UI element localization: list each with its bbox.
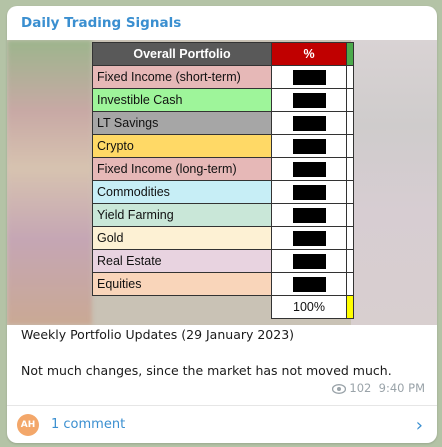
table-row: Fixed Income (long-term) [92, 157, 354, 181]
eye-icon [332, 383, 347, 397]
table-row: Fixed Income (short-term) [92, 65, 354, 89]
redaction-block [292, 69, 326, 85]
table-row: Investible Cash [92, 88, 354, 112]
row-pct-redacted [271, 226, 347, 250]
row-label: LT Savings [92, 111, 272, 135]
table-header-pct: % [271, 42, 347, 66]
total-spacer [93, 296, 272, 319]
row-label: Real Estate [92, 249, 272, 273]
row-extra [346, 65, 354, 89]
row-pct-redacted [271, 203, 347, 227]
comments-bar[interactable]: AH 1 comment › [7, 405, 437, 443]
row-extra [346, 203, 354, 227]
row-pct-redacted [271, 272, 347, 296]
comments-link[interactable]: 1 comment [51, 417, 125, 432]
row-label: Investible Cash [92, 88, 272, 112]
row-label: Equities [92, 272, 272, 296]
row-extra [346, 88, 354, 112]
row-extra [346, 226, 354, 250]
portfolio-table: Overall Portfolio % Fixed Income (short-… [92, 42, 354, 319]
row-label: Crypto [92, 134, 272, 158]
caption-body: Not much changes, since the market has n… [21, 363, 392, 378]
redaction-block [292, 161, 326, 177]
redaction-block [292, 92, 326, 108]
table-row: Commodities [92, 180, 354, 204]
post-image[interactable]: Overall Portfolio % Fixed Income (short-… [7, 40, 437, 325]
table-row: Crypto [92, 134, 354, 158]
row-extra [346, 180, 354, 204]
image-blur-right [351, 40, 437, 325]
redaction-block [292, 138, 326, 154]
table-header-name: Overall Portfolio [92, 42, 272, 66]
image-blur-left [7, 40, 92, 325]
table-row: LT Savings [92, 111, 354, 135]
caption-title: Weekly Portfolio Updates (29 January 202… [21, 327, 295, 342]
row-pct-redacted [271, 249, 347, 273]
total-extra [346, 295, 354, 319]
row-pct-redacted [271, 65, 347, 89]
table-header-extra [346, 42, 354, 66]
table-row: Gold [92, 226, 354, 250]
view-count: 102 [349, 381, 372, 395]
table-row: Equities [92, 272, 354, 296]
row-label: Yield Farming [92, 203, 272, 227]
total-pct: 100% [271, 295, 347, 319]
row-label: Fixed Income (long-term) [92, 157, 272, 181]
avatar: AH [17, 414, 39, 436]
table-total-row: 100% [93, 295, 354, 319]
row-pct-redacted [271, 134, 347, 158]
row-pct-redacted [271, 180, 347, 204]
redaction-block [292, 276, 326, 292]
row-extra [346, 134, 354, 158]
row-pct-redacted [271, 88, 347, 112]
row-extra [346, 111, 354, 135]
redaction-block [292, 184, 326, 200]
table-row: Real Estate [92, 249, 354, 273]
row-pct-redacted [271, 111, 347, 135]
row-label: Gold [92, 226, 272, 250]
row-pct-redacted [271, 157, 347, 181]
redaction-block [292, 253, 326, 269]
channel-name[interactable]: Daily Trading Signals [21, 15, 181, 31]
table-row: Yield Farming [92, 203, 354, 227]
message-card: Daily Trading Signals Overall Portfolio … [7, 6, 437, 443]
redaction-block [292, 115, 326, 131]
redaction-block [292, 207, 326, 223]
row-extra [346, 157, 354, 181]
message-time: 9:40 PM [378, 381, 425, 395]
row-extra [346, 249, 354, 273]
chevron-right-icon[interactable]: › [416, 415, 423, 436]
redaction-block [292, 230, 326, 246]
row-label: Commodities [92, 180, 272, 204]
row-label: Fixed Income (short-term) [92, 65, 272, 89]
row-extra [346, 272, 354, 296]
message-meta: 102 9:40 PM [332, 381, 425, 397]
